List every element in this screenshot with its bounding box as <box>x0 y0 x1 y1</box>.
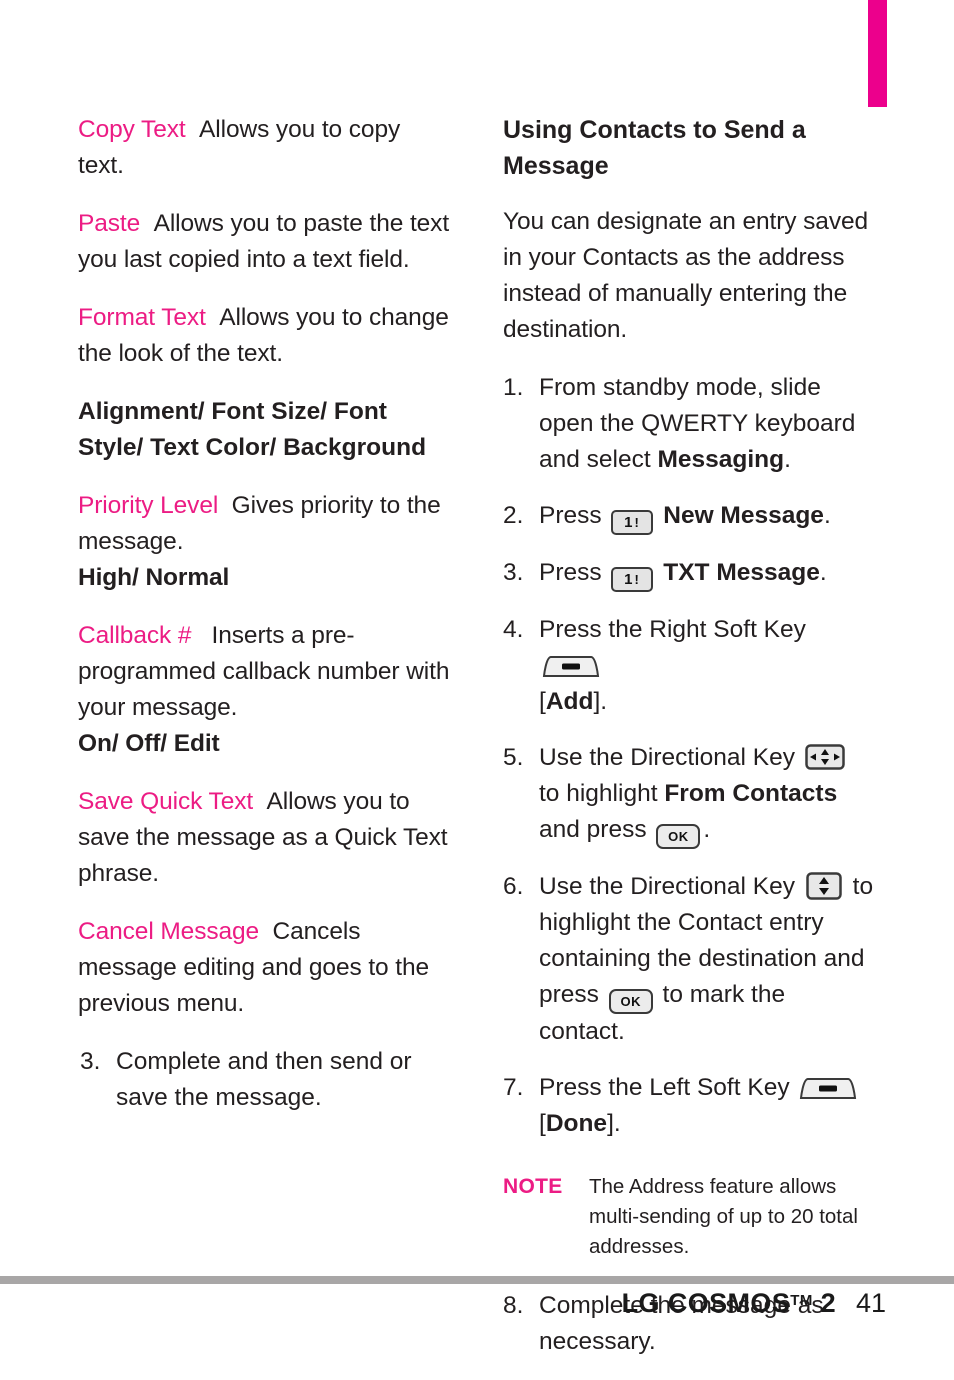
ok-key-icon: OK <box>656 824 701 849</box>
key-1-exclamation-icon: 1! <box>611 567 654 592</box>
priority-options: High/ Normal <box>78 564 230 591</box>
term-cancel-message: Cancel Message <box>78 918 260 945</box>
key-sublabel: ! <box>634 515 641 530</box>
step-text: Press <box>539 559 609 586</box>
key-label: 1 <box>624 514 635 531</box>
step-number: 7. <box>503 1074 524 1101</box>
term-save-quick-text: Save Quick Text <box>78 788 254 815</box>
entry-format-text: Format Text Allows you to change the loo… <box>78 300 450 372</box>
note-block: NOTE The Address feature allows multi-se… <box>503 1172 875 1262</box>
note-label: NOTE <box>503 1175 563 1198</box>
step-text-after: and press <box>539 816 654 843</box>
step-number: 5. <box>503 744 524 771</box>
section-intro: You can designate an entry saved in your… <box>503 208 869 343</box>
step-number: 3. <box>503 559 524 586</box>
page-number: 41 <box>855 1288 886 1318</box>
term-copy-text: Copy Text <box>78 116 186 143</box>
step-item-6: 6. Use the Directional Key to highlight … <box>503 869 875 1050</box>
step-emphasis: From Contacts <box>664 780 838 807</box>
entry-copy-text: Copy Text Allows you to copy text. <box>78 112 450 184</box>
step-text: Complete and then send or save the messa… <box>116 1048 412 1111</box>
entry-priority-level: Priority Level Gives priority to the mes… <box>78 488 450 596</box>
key-label: 1 <box>624 571 635 588</box>
footer-brand: LG COSMOS <box>621 1288 791 1318</box>
entry-cancel-message: Cancel Message Cancels message editing a… <box>78 914 450 1022</box>
term-callback: Callback # <box>78 622 192 649</box>
step-text-end: . <box>823 502 831 529</box>
trademark-icon: TM <box>790 1292 813 1309</box>
key-1-exclamation-icon: 1! <box>611 510 654 535</box>
step-item-left-3: 3. Complete and then send or save the me… <box>78 1044 450 1116</box>
step-item-3: 3. Press 1! TXT Message. <box>503 555 875 592</box>
footer-divider <box>0 1276 954 1284</box>
step-text: Press <box>539 502 609 529</box>
step-text-mid: to highlight <box>539 780 665 807</box>
step-item-4: 4. Press the Right Soft Key [Add]. <box>503 612 875 720</box>
manual-page: Copy Text Allows you to copy text. Paste… <box>0 0 954 1372</box>
step-number: 4. <box>503 616 524 643</box>
note-text: The Address feature allows multi-sending… <box>589 1175 858 1258</box>
left-column: Copy Text Allows you to copy text. Paste… <box>78 112 450 1136</box>
entry-callback: Callback # Inserts a pre-programmed call… <box>78 618 450 762</box>
term-format-text: Format Text <box>78 304 206 331</box>
entry-paste: Paste Allows you to paste the text you l… <box>78 206 450 278</box>
term-paste: Paste <box>78 210 141 237</box>
right-column: Using Contacts to Send a Message You can… <box>503 112 875 1380</box>
soft-key-icon <box>542 656 600 677</box>
step-text-end: ]. <box>607 1110 621 1137</box>
key-label: OK <box>620 994 641 1009</box>
soft-key-icon <box>800 1078 857 1099</box>
step-text-end: ]. <box>593 688 608 715</box>
section-heading: Using Contacts to Send a Message <box>503 116 806 180</box>
step-item-5: 5. Use the Directional Key to highlight … <box>503 740 875 849</box>
step-text: Press the Right Soft Key <box>539 616 806 643</box>
step-text: Press the Left Soft Key <box>539 1074 797 1101</box>
step-number: 6. <box>503 873 524 900</box>
key-sublabel: ! <box>634 572 641 587</box>
step-emphasis: New Message <box>663 502 824 529</box>
step-emphasis: TXT Message <box>663 559 820 586</box>
directional-key-updown-icon <box>806 872 842 900</box>
directional-key-4way-icon <box>805 744 845 770</box>
step-emphasis: Done <box>545 1110 608 1137</box>
step-emphasis: Add <box>545 688 594 715</box>
ok-key-icon: OK <box>608 989 653 1014</box>
step-number: 3. <box>80 1048 101 1075</box>
step-bracket-open: [ <box>539 1110 546 1137</box>
step-number: 2. <box>503 502 524 529</box>
step-text-end: . <box>784 446 791 473</box>
step-item-2: 2. Press 1! New Message. <box>503 498 875 535</box>
term-priority-level: Priority Level <box>78 492 219 519</box>
step-item-7: 7. Press the Left Soft Key [Done]. <box>503 1070 875 1142</box>
format-options: Alignment/ Font Size/ Font Style/ Text C… <box>78 398 427 461</box>
step-text-end: . <box>819 559 827 586</box>
entry-save-quick-text: Save Quick Text Allows you to save the m… <box>78 784 450 892</box>
callback-options: On/ Off/ Edit <box>78 730 220 757</box>
step-text: Use the Directional Key <box>539 873 802 900</box>
step-number: 1. <box>503 374 524 401</box>
step-bracket-open: [ <box>539 688 546 715</box>
key-label: OK <box>668 829 689 844</box>
page-footer: LG COSMOSTM 2 41 <box>0 1288 886 1319</box>
step-emphasis: Messaging <box>657 446 785 473</box>
step-text: Use the Directional Key <box>539 744 802 771</box>
step-item-1: 1. From standby mode, slide open the QWE… <box>503 370 875 478</box>
footer-model: 2 <box>820 1288 837 1318</box>
section-edge-tab <box>868 0 887 107</box>
step-text-end: . <box>703 816 711 843</box>
